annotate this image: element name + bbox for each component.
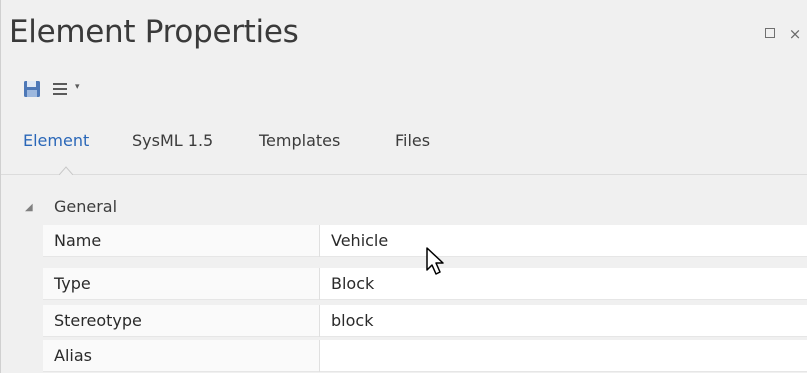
property-value-field[interactable] — [320, 340, 807, 372]
property-name-cell: Type — [43, 268, 319, 300]
property-value-field[interactable]: Block — [320, 268, 807, 300]
restore-icon — [765, 28, 775, 38]
active-tab-indicator — [59, 166, 73, 175]
tab-sysml[interactable]: SysML 1.5 — [132, 131, 213, 150]
menu-dropdown-arrow[interactable]: ▾ — [75, 82, 80, 92]
property-row-stereotype[interactable]: Stereotype block — [43, 305, 807, 337]
property-name-cell: Name — [43, 225, 319, 257]
tab-element[interactable]: Element — [23, 131, 89, 150]
save-icon — [24, 81, 40, 97]
collapse-triangle-icon[interactable]: ◢ — [25, 202, 33, 213]
group-label: General — [54, 197, 118, 216]
group-general[interactable]: ◢ General — [1, 190, 807, 225]
tab-divider — [1, 174, 807, 175]
close-button[interactable]: × — [787, 26, 803, 42]
tab-files[interactable]: Files — [395, 131, 430, 150]
hamburger-menu-icon — [51, 83, 71, 95]
menu-button[interactable] — [51, 80, 71, 98]
property-name-cell: Alias — [43, 340, 319, 372]
save-button[interactable] — [23, 80, 41, 98]
panel-title: Element Properties — [9, 14, 299, 50]
restore-button[interactable] — [762, 26, 778, 42]
property-row-alias[interactable]: Alias — [43, 340, 807, 372]
property-value-field[interactable]: block — [320, 305, 807, 337]
element-properties-panel: Element Properties × ▾ Element SysML 1.5… — [0, 0, 807, 373]
property-name-cell: Stereotype — [43, 305, 319, 337]
tab-templates[interactable]: Templates — [259, 131, 340, 150]
close-icon: × — [788, 25, 802, 43]
mouse-cursor-icon — [426, 247, 444, 275]
property-value-field[interactable]: Vehicle — [320, 225, 807, 257]
